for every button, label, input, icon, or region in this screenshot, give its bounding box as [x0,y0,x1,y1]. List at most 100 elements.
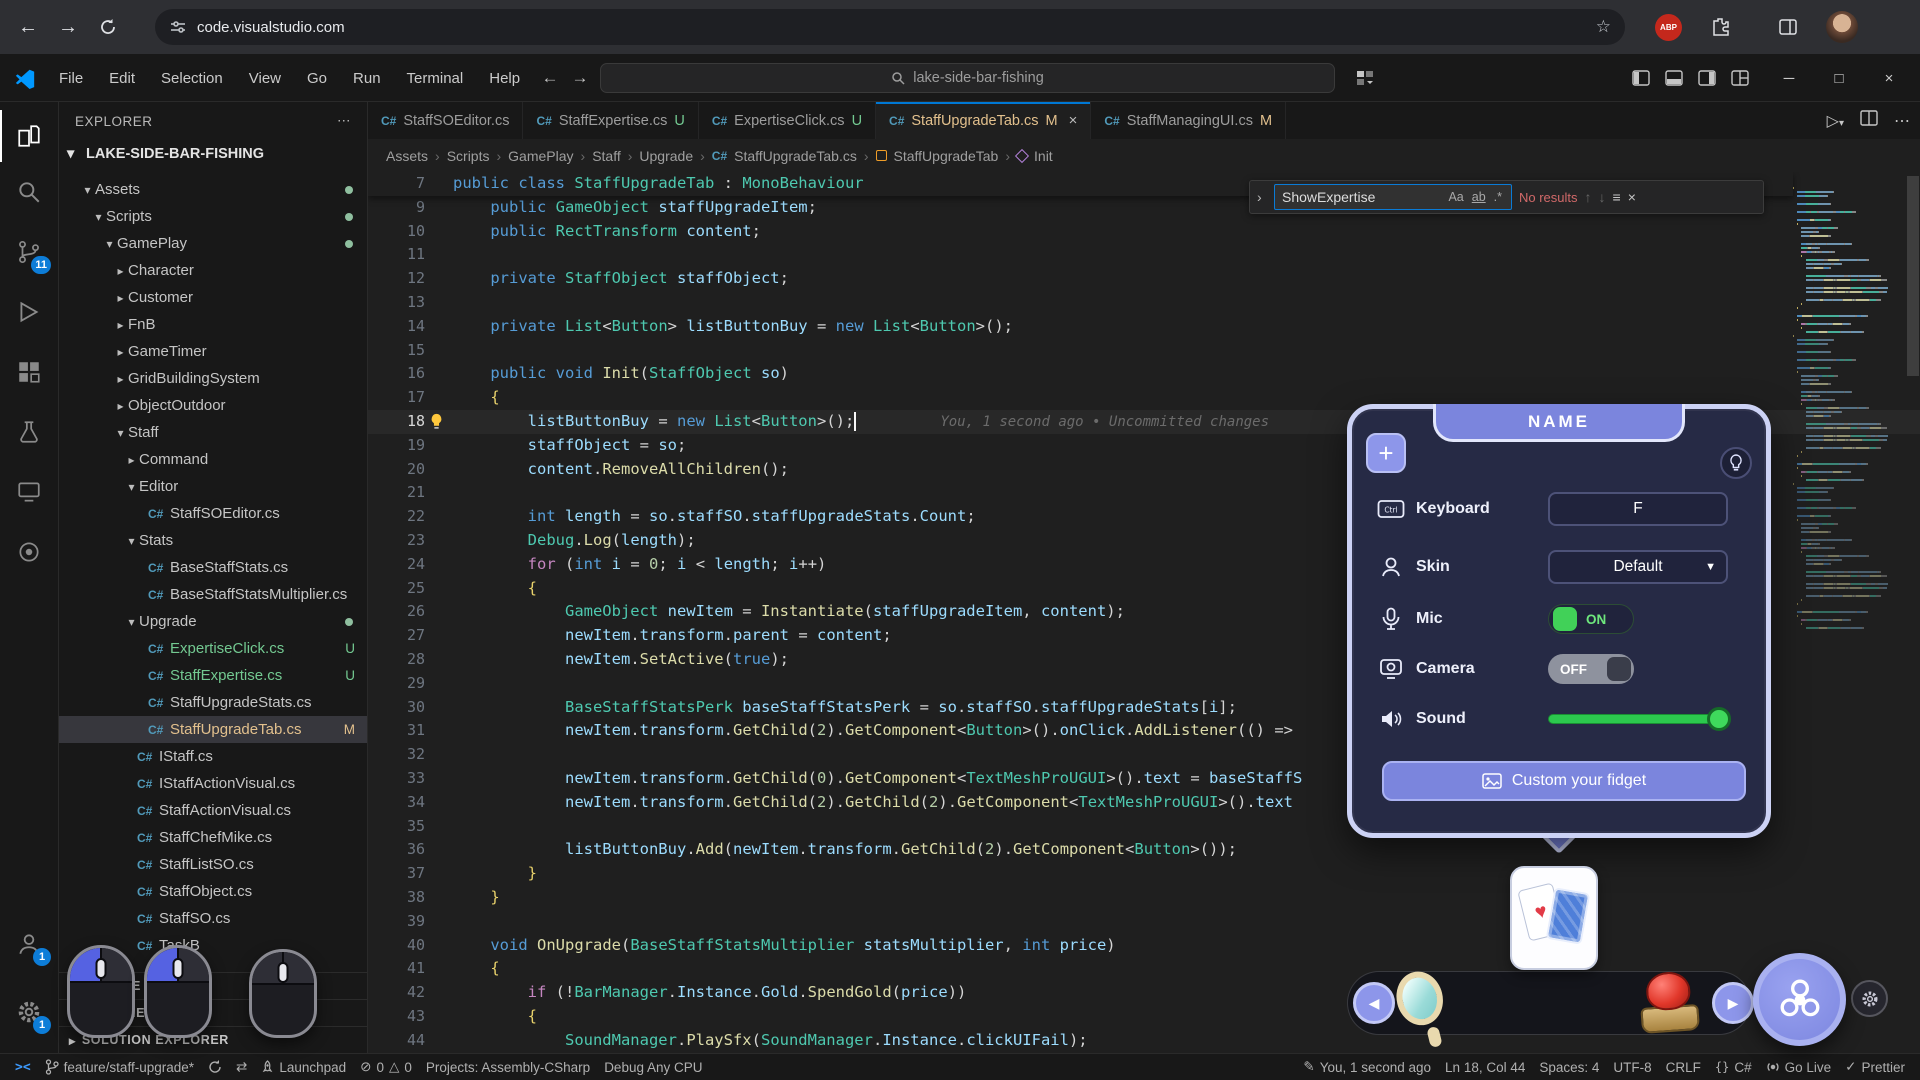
explorer-item-StaffUpgradeTab.cs[interactable]: C#StaffUpgradeTab.csM [59,716,367,743]
carousel-prev-button[interactable]: ◀ [1353,982,1395,1024]
camera-toggle[interactable]: OFF [1548,654,1634,684]
mouse-widget-3[interactable] [249,949,317,1038]
code-line-16[interactable]: 16 public void Init(StaffObject so) [368,362,1920,386]
editor-scrollbar[interactable] [1906,172,1920,1053]
testing-activity-icon[interactable] [0,406,58,458]
close-window-button[interactable]: × [1866,54,1912,102]
add-fidget-button[interactable]: + [1366,433,1406,473]
explorer-item-Customer[interactable]: ▸Customer [59,284,367,311]
address-bar[interactable]: code.visualstudio.com ☆ [155,9,1625,45]
bookmark-star-icon[interactable]: ☆ [1596,17,1611,37]
encoding-item[interactable]: UTF-8 [1606,1054,1658,1080]
slider-knob[interactable] [1707,707,1731,731]
code-line-38[interactable]: 38 } [368,886,1920,910]
breadcrumb-item[interactable]: StaffUpgradeTab [894,148,999,164]
menu-edit[interactable]: Edit [96,70,148,87]
browser-back-button[interactable]: ← [8,7,48,47]
explorer-item-StaffActionVisual.cs[interactable]: C#StaffActionVisual.cs [59,797,367,824]
explorer-item-StaffExpertise.cs[interactable]: C#StaffExpertise.csU [59,662,367,689]
explorer-item-Scripts[interactable]: ▾Scripts [59,203,367,230]
code-line-12[interactable]: 12 private StaffObject staffObject; [368,267,1920,291]
go-live-item[interactable]: Go Live [1759,1054,1839,1080]
code-line-37[interactable]: 37 } [368,862,1920,886]
indentation-item[interactable]: Spaces: 4 [1532,1054,1606,1080]
close-tab-icon[interactable]: × [1069,112,1078,129]
explorer-item-StaffChefMike.cs[interactable]: C#StaffChefMike.cs [59,824,367,851]
build-config-item[interactable]: Debug Any CPU [597,1054,709,1080]
explorer-item-Upgrade[interactable]: ▾Upgrade [59,608,367,635]
menu-go[interactable]: Go [294,70,340,87]
toggle-panel-icon[interactable] [1661,65,1687,91]
breadcrumb-item[interactable]: Staff [592,148,621,164]
sound-slider[interactable] [1548,714,1728,724]
explorer-item-Assets[interactable]: ▾Assets [59,176,367,203]
breadcrumb-item[interactable]: Assets [386,148,428,164]
explorer-item-Stats[interactable]: ▾Stats [59,527,367,554]
git-branch-item[interactable]: feature/staff-upgrade* [38,1054,201,1080]
code-line-7[interactable]: 7public class StaffUpgradeTab : MonoBeha… [368,172,864,196]
mic-toggle[interactable]: ON [1548,604,1634,634]
layout-dropdown-icon[interactable] [1352,65,1378,91]
keyboard-key-field[interactable]: F [1548,492,1728,526]
find-in-selection-icon[interactable]: ≡ [1613,189,1621,205]
mouse-widget-1[interactable] [67,945,135,1038]
code-line-39[interactable]: 39 [368,910,1920,934]
code-line-15[interactable]: 15 [368,339,1920,363]
carousel-next-button[interactable]: ▶ [1712,982,1754,1024]
lightbulb-button[interactable] [1720,447,1752,479]
run-debug-activity-icon[interactable] [0,286,58,338]
search-activity-icon[interactable] [0,166,58,218]
menu-run[interactable]: Run [340,70,394,87]
explorer-item-StaffSO.cs[interactable]: C#StaffSO.cs [59,905,367,932]
explorer-item-Command[interactable]: ▸Command [59,446,367,473]
split-window-icon[interactable] [1768,7,1808,47]
breadcrumb-item[interactable]: StaffUpgradeTab.cs [734,148,857,164]
skin-dropdown[interactable]: Default ▼ [1548,550,1728,584]
explorer-item-BaseStaffStats.cs[interactable]: C#BaseStaffStats.cs [59,554,367,581]
code-line-14[interactable]: 14 private List<Button> listButtonBuy = … [368,315,1920,339]
editor-back-arrow[interactable]: ← [536,64,564,92]
editor-forward-arrow[interactable]: → [566,64,594,92]
sync-changes-button[interactable] [201,1054,229,1080]
toggle-secondary-sidebar-icon[interactable] [1694,65,1720,91]
whole-word-button[interactable]: ab [1470,190,1488,204]
explorer-item-IStaffActionVisual.cs[interactable]: C#IStaffActionVisual.cs [59,770,367,797]
language-mode-item[interactable]: {} C# [1708,1054,1759,1080]
split-editor-icon[interactable] [1860,109,1878,132]
menu-help[interactable]: Help [476,70,533,87]
next-match-icon[interactable]: ↓ [1599,189,1606,205]
explorer-more-actions-icon[interactable]: ⋯ [337,113,351,129]
remote-explorer-activity-icon[interactable] [0,466,58,518]
maximize-button[interactable]: □ [1816,54,1862,102]
minimize-button[interactable]: ─ [1766,54,1812,102]
custom-fidget-button[interactable]: Custom your fidget [1382,761,1746,801]
explorer-root-folder[interactable]: ▾ LAKE-SIDE-BAR-FISHING [59,140,367,168]
browser-reload-button[interactable] [88,7,128,47]
menu-selection[interactable]: Selection [148,70,236,87]
explorer-item-GamePlay[interactable]: ▾GamePlay [59,230,367,257]
tab-StaffManagingUI.cs[interactable]: C#StaffManagingUI.csM [1091,102,1286,139]
minimap[interactable] [1793,176,1906,620]
explorer-item-ObjectOutdoor[interactable]: ▸ObjectOutdoor [59,392,367,419]
gitlens-activity-icon[interactable] [0,526,58,578]
extensions-puzzle-icon[interactable] [1700,7,1740,47]
explorer-item-StaffObject.cs[interactable]: C#StaffObject.cs [59,878,367,905]
breadcrumb-item[interactable]: Scripts [447,148,490,164]
cursor-position-item[interactable]: Ln 18, Col 44 [1438,1054,1532,1080]
tab-StaffExpertise.cs[interactable]: C#StaffExpertise.csU [523,102,698,139]
adblock-extension-badge[interactable]: ABP [1655,14,1682,41]
explorer-item-BaseStaffStatsMultiplier.cs[interactable]: C#BaseStaffStatsMultiplier.cs [59,581,367,608]
browser-forward-button[interactable]: → [48,7,88,47]
explorer-item-ExpertiseClick.cs[interactable]: C#ExpertiseClick.csU [59,635,367,662]
find-toggle-replace-icon[interactable]: › [1257,189,1267,205]
explorer-item-IStaff.cs[interactable]: C#IStaff.cs [59,743,367,770]
tab-StaffSOEditor.cs[interactable]: C#StaffSOEditor.cs [368,102,523,139]
explorer-item-Staff[interactable]: ▾Staff [59,419,367,446]
selected-fidget-cards[interactable]: ♥ [1510,866,1598,970]
menu-terminal[interactable]: Terminal [394,70,477,87]
projects-item[interactable]: Projects: Assembly-CSharp [419,1054,597,1080]
explorer-item-StaffSOEditor.cs[interactable]: C#StaffSOEditor.cs [59,500,367,527]
mouse-widget-2[interactable] [144,945,212,1038]
close-find-icon[interactable]: × [1628,189,1636,205]
explorer-item-StaffUpgradeStats.cs[interactable]: C#StaffUpgradeStats.cs [59,689,367,716]
